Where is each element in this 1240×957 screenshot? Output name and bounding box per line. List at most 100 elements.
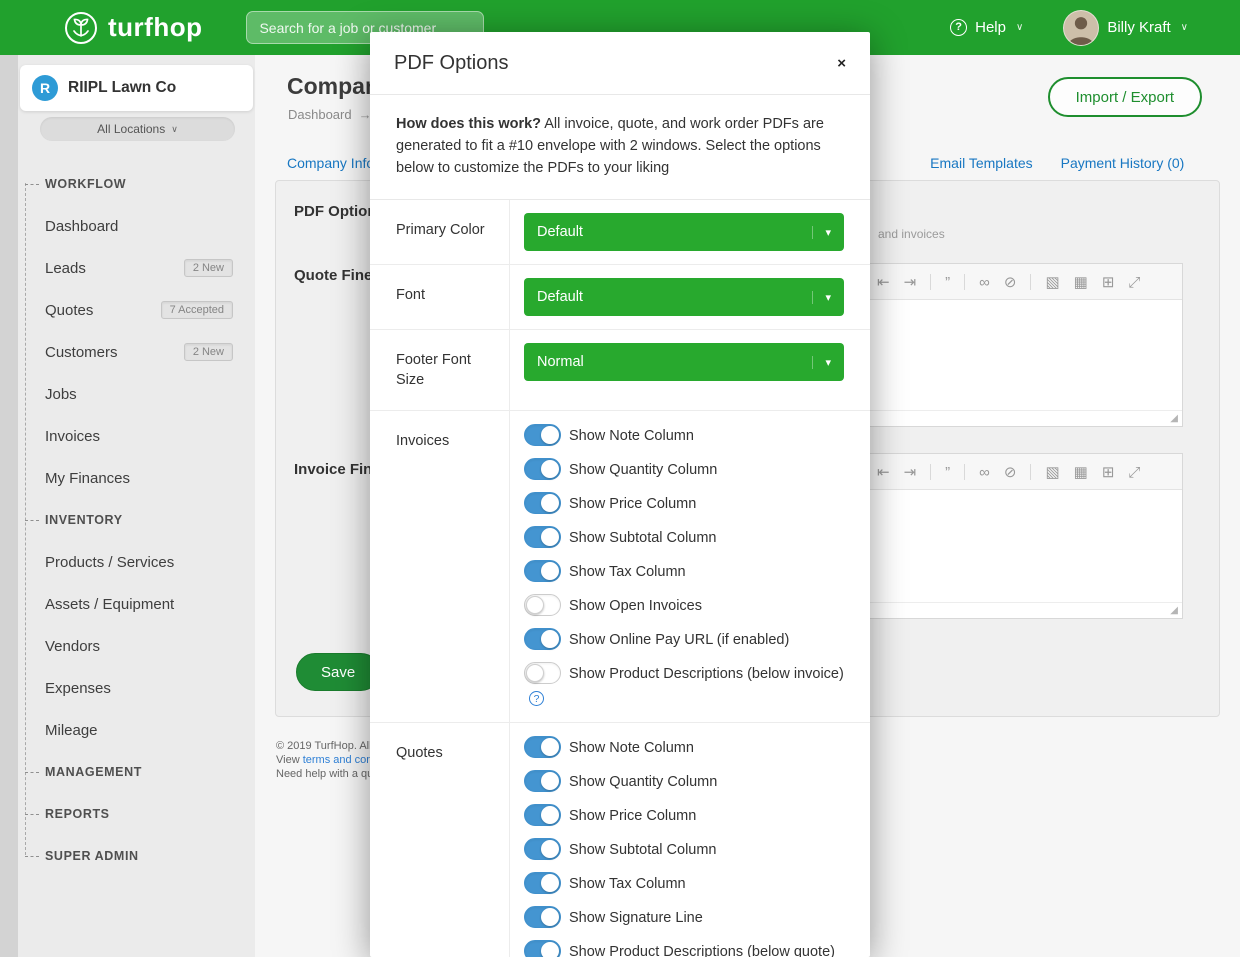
close-icon[interactable]: × <box>837 55 846 72</box>
chevron-down-icon: ▾ <box>812 356 831 369</box>
invoices-show-open-invoices-toggle[interactable] <box>524 594 561 616</box>
navbar-right: ? Help ∨ Billy Kraft ∨ <box>950 10 1188 46</box>
image-placeholder-icon[interactable]: ▦ <box>1074 273 1088 291</box>
toggle-knob <box>541 460 559 478</box>
tab-company-info[interactable]: Company Info <box>287 155 374 171</box>
primary-color-row: Primary Color Default ▾ <box>370 200 870 265</box>
sidebar-item-invoices[interactable]: Invoices <box>0 415 255 457</box>
user-menu[interactable]: Billy Kraft ∨ <box>1063 10 1188 46</box>
sidebar-nav: WORKFLOW Dashboard Leads 2 New Quotes 7 … <box>0 163 255 877</box>
unlink-icon[interactable]: ⊘ <box>1004 463 1017 481</box>
invoices-show-price-column-toggle[interactable] <box>524 492 561 514</box>
company-card[interactable]: R RIIPL Lawn Co <box>20 65 253 111</box>
toggle-label: Show Online Pay URL (if enabled) <box>569 632 789 648</box>
item-label: Assets / Equipment <box>45 596 174 613</box>
help-icon[interactable]: ? <box>529 691 544 706</box>
help-label: Help <box>975 19 1006 36</box>
quotes-label: Quotes <box>370 723 510 957</box>
resize-grip-icon[interactable]: ◢ <box>1170 414 1178 424</box>
sidebar-item-my-finances[interactable]: My Finances <box>0 457 255 499</box>
invoices-label: Invoices <box>370 411 510 722</box>
import-export-button[interactable]: Import / Export <box>1048 77 1202 117</box>
invoices-show-tax-column-toggle[interactable] <box>524 560 561 582</box>
chevron-down-icon: ∨ <box>171 124 178 135</box>
sidebar-item-products-services[interactable]: Products / Services <box>0 541 255 583</box>
quotes-show-price-column-toggle[interactable] <box>524 804 561 826</box>
quotes-show-subtotal-column-toggle[interactable] <box>524 838 561 860</box>
sidebar-item-dashboard[interactable]: Dashboard <box>0 205 255 247</box>
link-icon[interactable]: ∞ <box>979 464 990 481</box>
sidebar-item-quotes[interactable]: Quotes 7 Accepted <box>0 289 255 331</box>
modal-title: PDF Options <box>394 52 508 75</box>
sidebar-item-vendors[interactable]: Vendors <box>0 625 255 667</box>
indent-icon[interactable]: ⇥ <box>904 273 917 291</box>
tab-payment-history[interactable]: Payment History (0) <box>1061 155 1185 171</box>
invoices-show-online-pay-url-toggle[interactable] <box>524 628 561 650</box>
outdent-icon[interactable]: ⇤ <box>877 273 890 291</box>
breadcrumb-dashboard[interactable]: Dashboard <box>288 107 352 122</box>
toggle-label: Show Price Column <box>569 808 696 824</box>
item-label: Vendors <box>45 638 100 655</box>
indent-icon[interactable]: ⇥ <box>904 463 917 481</box>
font-select[interactable]: Default ▾ <box>524 278 844 316</box>
table-icon[interactable]: ⊞ <box>1102 463 1115 481</box>
outdent-icon[interactable]: ⇤ <box>877 463 890 481</box>
toggle-knob <box>541 426 559 444</box>
section-header-super-admin[interactable]: SUPER ADMIN <box>0 835 255 877</box>
table-icon[interactable]: ⊞ <box>1102 273 1115 291</box>
brand-name: turfhop <box>108 12 202 43</box>
section-header-reports[interactable]: REPORTS <box>0 793 255 835</box>
tab-email-templates[interactable]: Email Templates <box>930 155 1032 171</box>
location-selector[interactable]: All Locations ∨ <box>40 117 235 141</box>
sidebar-item-assets-equipment[interactable]: Assets / Equipment <box>0 583 255 625</box>
pdf-options-modal: PDF Options × How does this work? All in… <box>370 32 870 957</box>
intro-bold: How does this work? <box>396 116 541 132</box>
sidebar-item-leads[interactable]: Leads 2 New <box>0 247 255 289</box>
item-label: Leads <box>45 260 86 277</box>
select-value: Default <box>537 224 583 240</box>
section-header-inventory[interactable]: INVENTORY <box>0 499 255 541</box>
image-placeholder-icon[interactable]: ▦ <box>1074 463 1088 481</box>
primary-color-label: Primary Color <box>370 200 510 264</box>
quotes-show-note-column-toggle[interactable] <box>524 736 561 758</box>
help-menu[interactable]: ? Help ∨ <box>950 19 1023 36</box>
image-icon[interactable]: ▧ <box>1045 273 1059 291</box>
primary-color-select[interactable]: Default ▾ <box>524 213 844 251</box>
quotes-show-product-descriptions-toggle[interactable] <box>524 940 561 957</box>
invoices-show-quantity-column-toggle[interactable] <box>524 458 561 480</box>
toggle-label: Show Subtotal Column <box>569 530 717 546</box>
quotes-show-tax-column-toggle[interactable] <box>524 872 561 894</box>
section-header-management[interactable]: MANAGEMENT <box>0 751 255 793</box>
footer-font-size-select[interactable]: Normal ▾ <box>524 343 844 381</box>
quotes-show-quantity-column-toggle[interactable] <box>524 770 561 792</box>
link-icon[interactable]: ∞ <box>979 274 990 291</box>
fullscreen-icon[interactable]: ⤢ <box>1128 464 1140 481</box>
invoices-show-note-column-toggle[interactable] <box>524 424 561 446</box>
sidebar-item-customers[interactable]: Customers 2 New <box>0 331 255 373</box>
image-icon[interactable]: ▧ <box>1045 463 1059 481</box>
toggle-row: Show Subtotal Column <box>524 838 844 861</box>
resize-grip-icon[interactable]: ◢ <box>1170 606 1178 616</box>
fullscreen-icon[interactable]: ⤢ <box>1128 274 1140 291</box>
chevron-down-icon: ▾ <box>812 291 831 304</box>
toggle-label: Show Product Descriptions (below invoice… <box>569 666 844 682</box>
section-label: MANAGEMENT <box>45 765 142 779</box>
toggle-label: Show Quantity Column <box>569 462 717 478</box>
blockquote-icon[interactable]: ” <box>945 274 950 291</box>
invoices-show-subtotal-column-toggle[interactable] <box>524 526 561 548</box>
sidebar-item-mileage[interactable]: Mileage <box>0 709 255 751</box>
select-value: Default <box>537 289 583 305</box>
toggle-label: Show Note Column <box>569 428 694 444</box>
save-button[interactable]: Save <box>296 653 380 691</box>
sidebar-item-jobs[interactable]: Jobs <box>0 373 255 415</box>
blockquote-icon[interactable]: ” <box>945 464 950 481</box>
invoices-show-product-descriptions-toggle[interactable] <box>524 662 561 684</box>
quotes-show-signature-line-toggle[interactable] <box>524 906 561 928</box>
unlink-icon[interactable]: ⊘ <box>1004 273 1017 291</box>
toggle-knob <box>541 874 559 892</box>
brand-logo[interactable]: turfhop <box>64 11 202 45</box>
section-header-workflow[interactable]: WORKFLOW <box>0 163 255 205</box>
sidebar-item-expenses[interactable]: Expenses <box>0 667 255 709</box>
item-label: Expenses <box>45 680 111 697</box>
modal-header: PDF Options × <box>370 32 870 95</box>
